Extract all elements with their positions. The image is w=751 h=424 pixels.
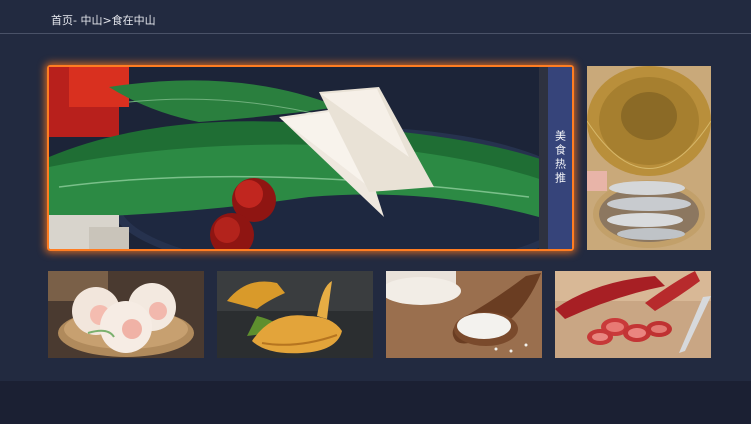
sausage-image	[555, 271, 711, 358]
featured-category-tab: 美食热推	[548, 67, 572, 249]
bottom-bar	[0, 381, 751, 424]
featured-food-tile[interactable]: 美食热推	[47, 65, 574, 251]
food-tile-peach-buns[interactable]	[48, 271, 204, 358]
fish-basket-image	[587, 66, 711, 250]
food-tile-rice-spoon[interactable]	[386, 271, 542, 358]
breadcrumb: 首页- 中山>食在中山	[51, 14, 156, 27]
top-bar: 首页- 中山>食在中山	[0, 0, 751, 34]
zongzi-dumplings-image	[49, 67, 572, 249]
roast-duck-image	[217, 271, 373, 358]
featured-category-label: 美食热推	[553, 130, 567, 186]
rice-spoon-image	[386, 271, 542, 358]
food-tile-roast-duck[interactable]	[217, 271, 373, 358]
food-tile-fish-basket[interactable]	[587, 66, 711, 250]
peach-buns-image	[48, 271, 204, 358]
food-tile-sausage[interactable]	[555, 271, 711, 358]
